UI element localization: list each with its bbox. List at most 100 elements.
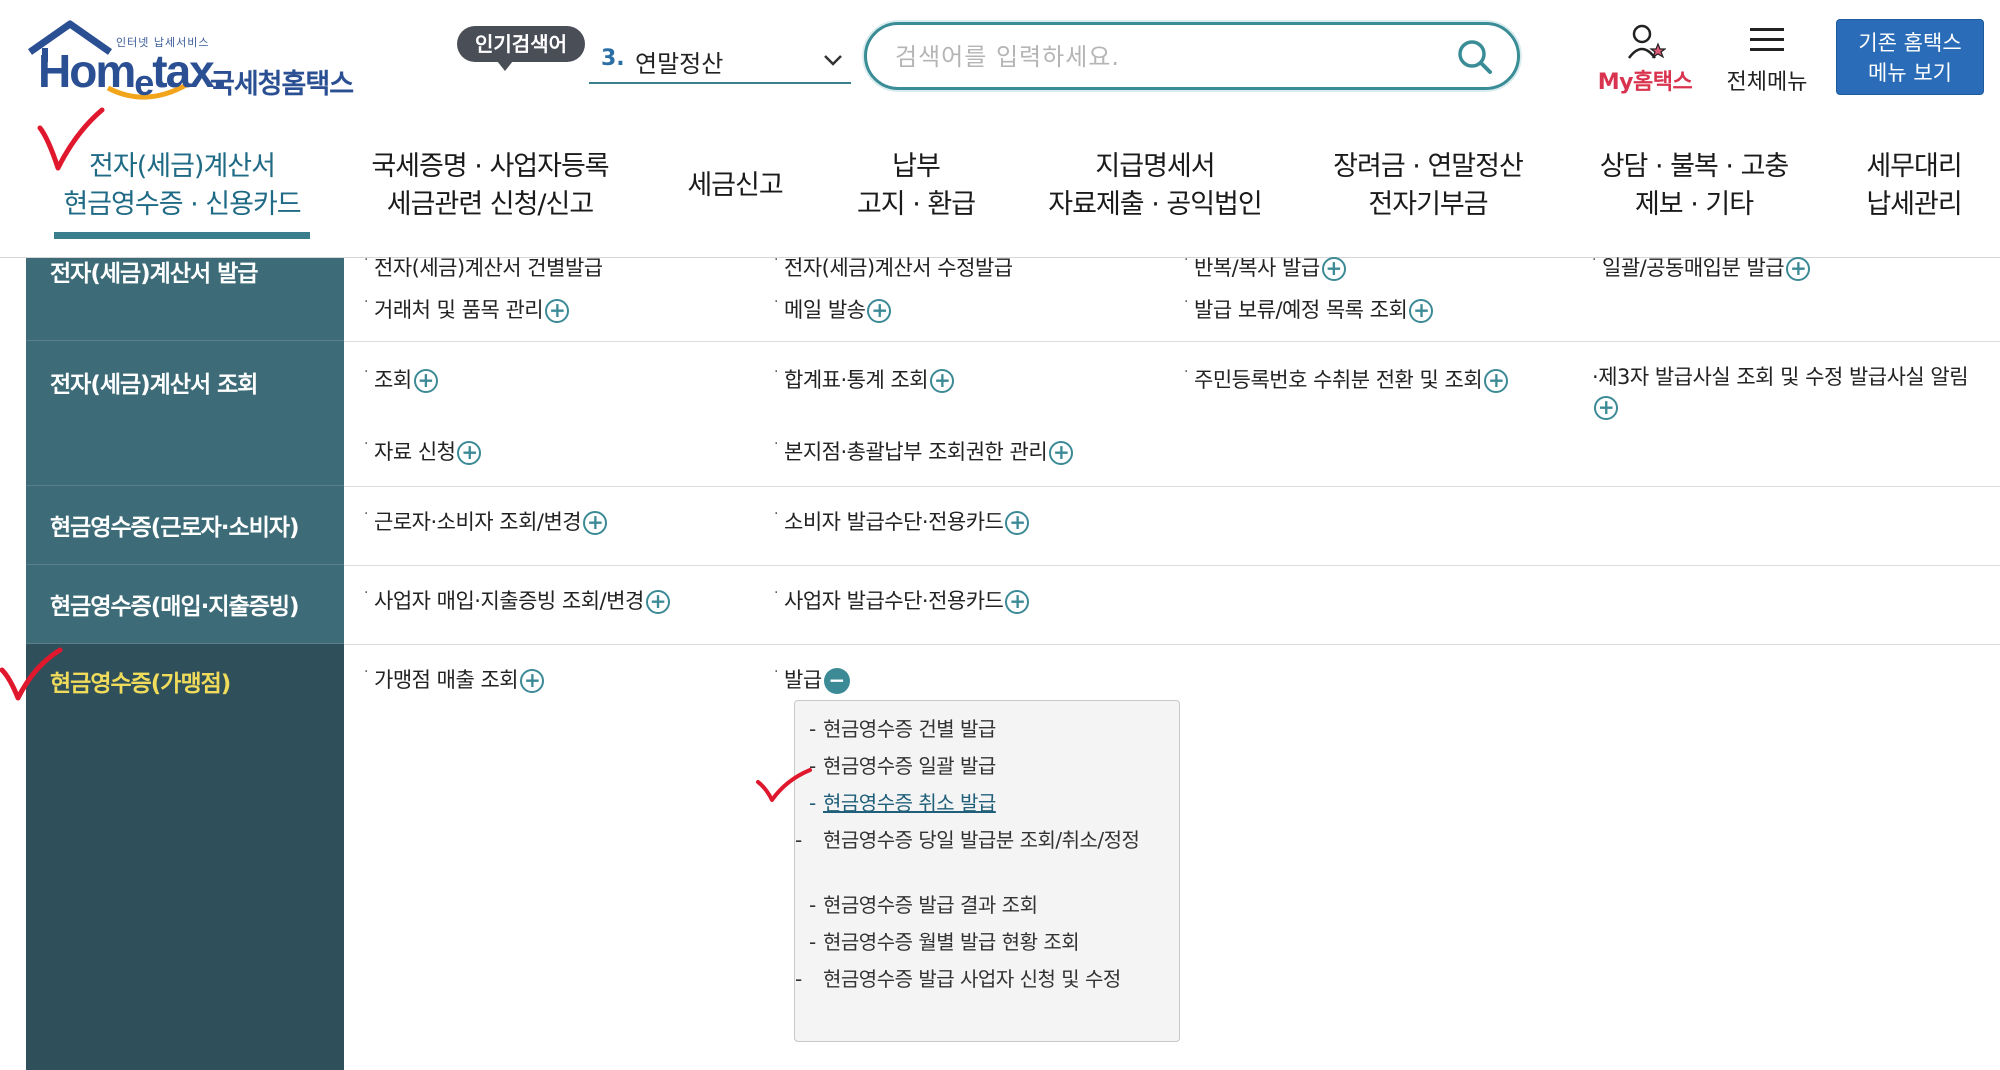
link-label: 합계표·통계 조회 <box>784 368 929 392</box>
link-label: 주민등록번호 수취분 전환 및 조회 <box>1194 368 1483 392</box>
nav-tab-tax-agent[interactable]: 세무대리 납세관리 <box>1848 148 1980 224</box>
expand-plus-icon[interactable]: + <box>1484 369 1509 393</box>
expand-plus-icon[interactable]: + <box>930 369 955 393</box>
popular-search-badge: 인기검색어 <box>457 26 585 71</box>
expand-plus-icon[interactable]: + <box>1786 257 1811 281</box>
category-receipt-merchant[interactable]: 현금영수증(가맹점) <box>26 644 344 1070</box>
link-bulk-issue[interactable]: · 일괄/공동매입분 발급 + <box>1592 252 1811 282</box>
link-data-request[interactable]: · 자료 신청 + <box>364 436 482 466</box>
category-etax-query[interactable]: 전자(세금)계산서 조회 <box>26 341 344 486</box>
bullet: · <box>1184 364 1188 380</box>
link-merchant-sales[interactable]: · 가맹점 매출 조회 + <box>364 664 545 694</box>
link-partner-items[interactable]: · 거래처 및 품목 관리 + <box>364 294 570 324</box>
link-label: 소비자 발급수단·전용카드 <box>784 510 1004 534</box>
link-branch-permission[interactable]: · 본지점·총괄납부 조회권한 관리 + <box>774 436 1074 466</box>
expand-plus-icon[interactable]: + <box>413 369 438 393</box>
bullet: · <box>364 364 368 380</box>
search-icon[interactable] <box>1455 37 1495 77</box>
nav-tab-line2: 세금관련 신청/신고 <box>386 189 594 220</box>
submenu-today-query[interactable]: - 현금영수증 당일 발급분 조회/취소/정정 <box>795 826 1159 854</box>
link-label: 사업자 발급수단·전용카드 <box>784 589 1004 613</box>
red-check-mark-icon <box>37 107 105 171</box>
category-etax-issue[interactable]: 전자(세금)계산서 발급 <box>26 258 344 341</box>
keyword-text: 연말정산 <box>635 50 724 78</box>
expand-plus-icon[interactable]: + <box>583 511 608 535</box>
expand-plus-icon[interactable]: + <box>1321 257 1346 281</box>
link-resident-number[interactable]: · 주민등록번호 수취분 전환 및 조회 + <box>1184 364 1509 394</box>
category-label: 현금영수증(가맹점) <box>50 671 231 697</box>
expand-plus-icon[interactable]: + <box>1005 511 1030 535</box>
bullet: · <box>364 585 368 601</box>
category-label: 현금영수증(매입·지출증빙) <box>50 594 300 620</box>
submenu-monthly-status[interactable]: - 현금영수증 월별 발급 현황 조회 <box>809 928 1159 956</box>
link-label: 제3자 발급사실 조회 및 수정 발급사실 알림 <box>1598 365 1969 389</box>
nav-tab-line2: 제보 · 기타 <box>1634 189 1754 220</box>
link-hold-list[interactable]: · 발급 보류/예정 목록 조회 + <box>1184 294 1434 324</box>
nav-tab-tax-report[interactable]: 세금신고 <box>672 167 798 205</box>
link-label: 가맹점 매출 조회 <box>374 668 519 692</box>
nav-tab-payment[interactable]: 납부 고지 · 환급 <box>846 148 986 224</box>
submenu-label: 현금영수증 당일 발급분 조회/취소/정정 <box>823 828 1140 852</box>
dash: - <box>809 893 816 917</box>
expand-plus-icon[interactable]: + <box>1409 299 1434 323</box>
hometax-logo[interactable]: 인터넷 납세서비스 Hometax. 국세청홈택스 <box>28 18 368 103</box>
category-label: 전자(세금)계산서 조회 <box>50 372 258 398</box>
expand-plus-icon[interactable]: + <box>520 669 545 693</box>
link-worker-query[interactable]: · 근로자·소비자 조회/변경 + <box>364 506 608 536</box>
link-summary-stats[interactable]: · 합계표·통계 조회 + <box>774 364 955 394</box>
expand-plus-icon[interactable]: + <box>867 299 892 323</box>
category-receipt-worker[interactable]: 현금영수증(근로자·소비자) <box>26 486 344 565</box>
old-menu-line2: 메뉴 보기 <box>1868 61 1952 85</box>
bullet: · <box>1184 252 1188 268</box>
search-input[interactable] <box>895 37 1435 77</box>
popular-keyword-select[interactable]: 3. 연말정산 <box>589 36 851 84</box>
submenu-business-apply[interactable]: - 현금영수증 발급 사업자 신청 및 수정 <box>795 965 1159 993</box>
submenu-bulk-issue[interactable]: - 현금영수증 일괄 발급 <box>809 752 1159 780</box>
expand-plus-icon[interactable]: + <box>457 441 482 465</box>
expand-plus-icon[interactable]: + <box>1594 396 1618 420</box>
nav-tab-certificate[interactable]: 국세증명 · 사업자등록 세금관련 신청/신고 <box>360 148 620 224</box>
expand-plus-icon[interactable]: + <box>645 590 670 614</box>
expand-plus-icon[interactable]: + <box>1049 441 1074 465</box>
my-hometax-button[interactable]: My홈택스 <box>1590 22 1700 95</box>
submenu-single-issue[interactable]: - 현금영수증 건별 발급 <box>809 715 1159 743</box>
bullet: · <box>1184 294 1188 310</box>
nav-tab-line1: 장려금 · 연말정산 <box>1333 151 1524 182</box>
collapse-minus-icon[interactable]: − <box>823 668 850 694</box>
link-query[interactable]: · 조회 + <box>364 364 438 394</box>
dash: - <box>809 930 816 954</box>
bullet: · <box>774 436 778 452</box>
link-merchant-issue[interactable]: · 발급 − <box>774 664 850 694</box>
nav-tab-incentive[interactable]: 장려금 · 연말정산 전자기부금 <box>1318 148 1538 224</box>
link-consumer-card[interactable]: · 소비자 발급수단·전용카드 + <box>774 506 1030 536</box>
all-menu-button[interactable]: 전체메뉴 <box>1716 22 1818 95</box>
nav-tab-consult[interactable]: 상담 · 불복 · 고충 제보 · 기타 <box>1584 148 1804 224</box>
main-nav: 전자(세금)계산서 현금영수증 · 신용카드 국세증명 · 사업자등록 세금관련… <box>0 118 2000 258</box>
expand-plus-icon[interactable]: + <box>1005 590 1030 614</box>
expand-plus-icon[interactable]: + <box>545 299 570 323</box>
bullet: · <box>364 664 368 680</box>
submenu-result-query[interactable]: - 현금영수증 발급 결과 조회 <box>809 891 1159 919</box>
link-third-party[interactable]: ·제3자 발급사실 조회 및 수정 발급사실 알림+ <box>1592 362 1982 422</box>
category-receipt-business[interactable]: 현금영수증(매입·지출증빙) <box>26 565 344 644</box>
nav-tab-line2: 현금영수증 · 신용카드 <box>63 189 301 220</box>
link-revised-issue[interactable]: · 전자(세금)계산서 수정발급 <box>774 252 1013 282</box>
link-label: 자료 신청 <box>374 440 456 464</box>
search-box <box>864 22 1520 90</box>
old-menu-button[interactable]: 기존 홈택스 메뉴 보기 <box>1836 19 1984 95</box>
link-business-query[interactable]: · 사업자 매입·지출증빙 조회/변경 + <box>364 585 670 615</box>
all-menu-label: 전체메뉴 <box>1726 70 1808 95</box>
link-label: 전자(세금)계산서 건별발급 <box>374 256 603 280</box>
submenu-label: 현금영수증 발급 사업자 신청 및 수정 <box>823 967 1121 991</box>
row-divider <box>344 341 2000 342</box>
link-single-issue[interactable]: · 전자(세금)계산서 건별발급 <box>364 252 603 282</box>
link-send-mail[interactable]: · 메일 발송 + <box>774 294 892 324</box>
link-label: 반복/복사 발급 <box>1194 256 1320 280</box>
submenu-label: 현금영수증 일괄 발급 <box>823 754 996 778</box>
link-label: 일괄/공동매입분 발급 <box>1602 256 1785 280</box>
submenu-cancel-issue[interactable]: - 현금영수증 취소 발급 <box>809 789 1159 817</box>
submenu-label: 현금영수증 취소 발급 <box>823 791 996 815</box>
link-repeat-issue[interactable]: · 반복/복사 발급 + <box>1184 252 1346 282</box>
link-business-card[interactable]: · 사업자 발급수단·전용카드 + <box>774 585 1030 615</box>
nav-tab-statement[interactable]: 지급명세서 자료제출 · 공익법인 <box>1036 148 1274 224</box>
